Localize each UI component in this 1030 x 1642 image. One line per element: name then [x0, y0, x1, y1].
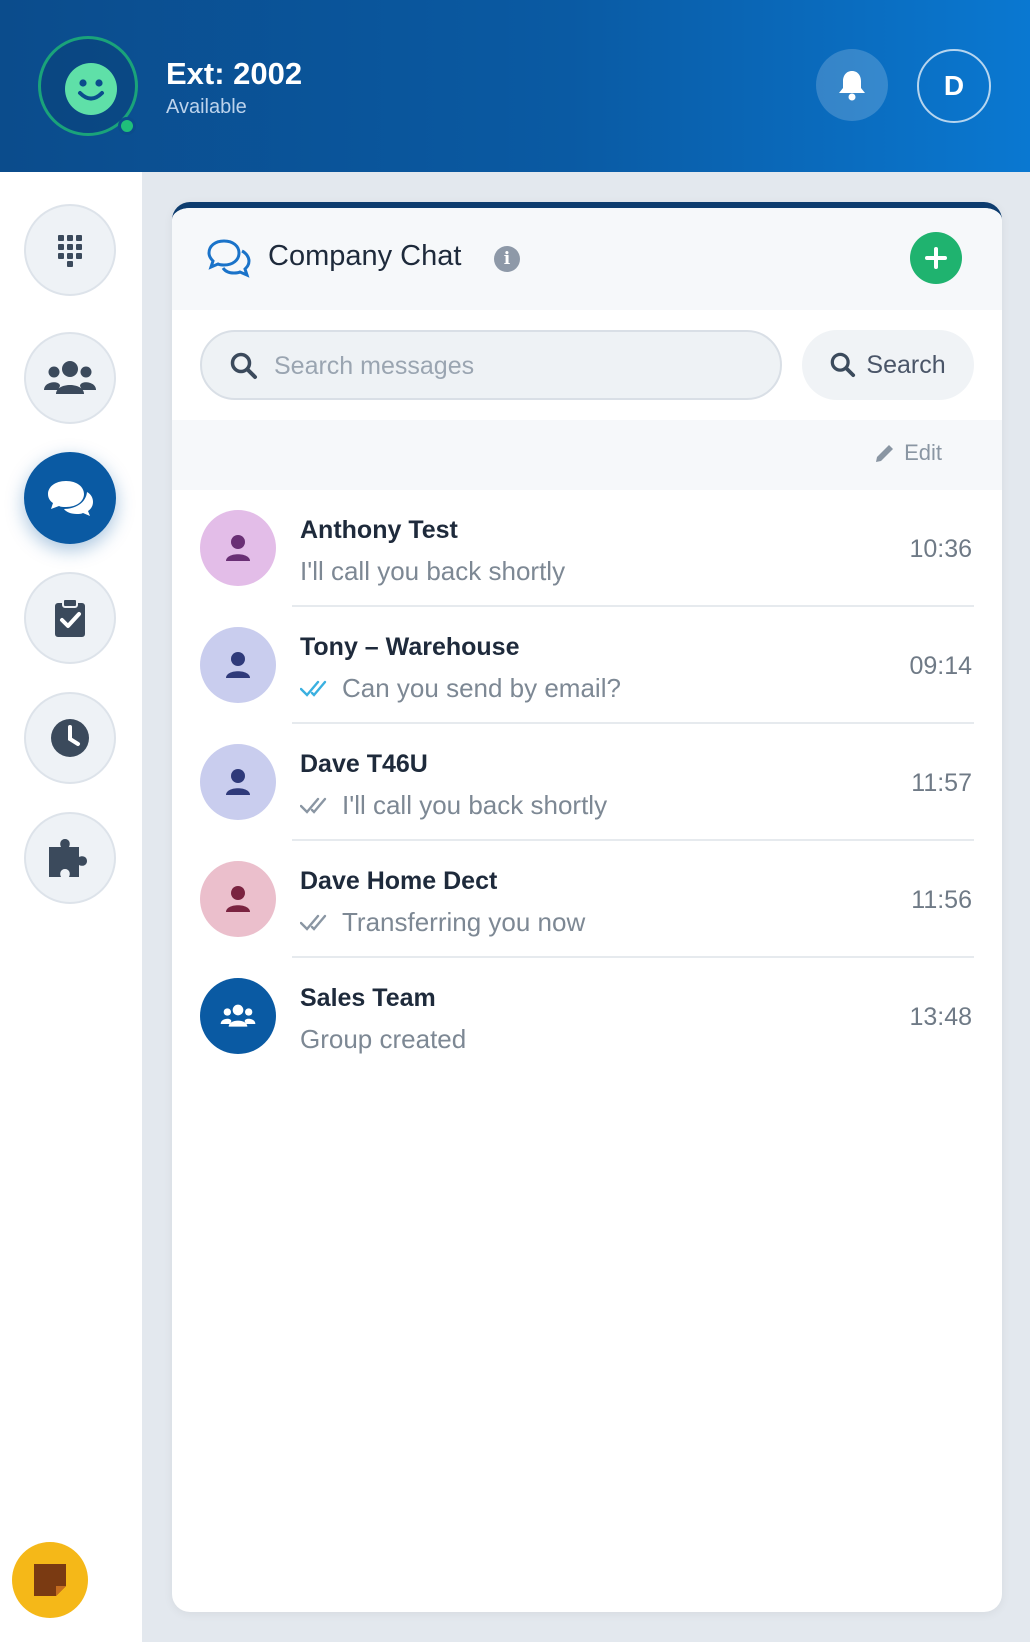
search-field[interactable] [200, 330, 782, 400]
search-bar: Search [172, 310, 1002, 420]
search-icon [831, 352, 856, 378]
list-toolbar: Edit [172, 420, 1002, 490]
preview-text: Transferring you now [342, 907, 586, 937]
sidebar-item-history[interactable] [24, 692, 116, 784]
search-button-label: Search [866, 350, 946, 379]
conversation-time: 09:14 [909, 652, 972, 680]
users-icon [220, 1004, 256, 1027]
chat-panel-header: Company Chat i [172, 208, 1002, 310]
extension-label: Ext: 2002 [166, 56, 303, 91]
search-button[interactable]: Search [802, 330, 974, 400]
conversation-preview: Transferring you now [300, 907, 585, 938]
conversation-name: Dave Home Dect [300, 867, 498, 895]
sidebar-item-tasks[interactable] [24, 572, 116, 664]
double-check-icon [300, 797, 327, 814]
conversation-row[interactable]: Dave T46U I'll call you back shortly 11:57 [172, 724, 1002, 841]
plus-icon [925, 247, 947, 269]
conversation-name: Tony – Warehouse [300, 633, 520, 661]
online-status-dot [118, 117, 136, 135]
search-input[interactable] [274, 346, 764, 386]
conversation-row[interactable]: Dave Home Dect Transferring you now 11:56 [172, 841, 1002, 958]
conversation-preview: I'll call you back shortly [300, 556, 565, 587]
conversation-name: Anthony Test [300, 516, 458, 544]
conversation-name: Sales Team [300, 984, 436, 1012]
contact-avatar [200, 627, 276, 703]
presence-status: Available [166, 96, 247, 118]
bell-icon [839, 71, 865, 101]
person-icon [226, 652, 250, 678]
double-check-icon [300, 914, 327, 931]
preview-text: I'll call you back shortly [300, 556, 566, 586]
dialpad-icon [58, 235, 82, 267]
sticky-notes-button[interactable] [12, 1542, 88, 1618]
panel-title: Company Chat [268, 240, 462, 272]
chat-bubbles-icon [48, 481, 93, 516]
profile-avatar-button[interactable]: D [917, 49, 991, 123]
sidebar-nav [0, 172, 142, 1642]
new-chat-button[interactable] [910, 232, 962, 284]
sidebar-item-contacts[interactable] [24, 332, 116, 424]
app-header: Ext: 2002 Available D [0, 0, 1030, 172]
conversation-preview: I'll call you back shortly [300, 790, 607, 821]
double-check-icon [300, 680, 327, 697]
company-chat-panel: Company Chat i Search messages Search Ed… [172, 202, 1002, 1612]
conversation-preview: Can you send by email? [300, 673, 621, 704]
conversation-time: 11:56 [911, 886, 972, 914]
conversation-preview: Group created [300, 1024, 466, 1055]
contact-avatar [200, 861, 276, 937]
conversation-time: 11:57 [911, 769, 972, 797]
sidebar-item-integrations[interactable] [24, 812, 116, 904]
preview-text: I'll call you back shortly [342, 790, 608, 820]
edit-label: Edit [904, 440, 942, 465]
edit-button[interactable]: Edit [874, 440, 942, 466]
clock-icon [51, 719, 89, 757]
contact-avatar [200, 744, 276, 820]
conversation-list: Anthony Test I'll call you back shortly 10… [172, 490, 1002, 1075]
group-avatar [200, 978, 276, 1054]
clipboard-check-icon [55, 598, 85, 637]
notifications-button[interactable] [816, 49, 888, 121]
conversation-name: Dave T46U [300, 750, 428, 778]
person-icon [226, 535, 250, 561]
person-icon [226, 769, 250, 795]
pencil-icon [876, 445, 894, 462]
puzzle-icon [49, 839, 87, 877]
smiley-icon [65, 63, 117, 115]
preview-text: Group created [300, 1024, 467, 1054]
conversation-time: 13:48 [909, 1003, 972, 1031]
sidebar-item-dialpad[interactable] [24, 204, 116, 296]
conversation-row[interactable]: Anthony Test I'll call you back shortly 10… [172, 490, 1002, 607]
chat-outline-icon [207, 239, 251, 278]
preview-text: Can you send by email? [342, 673, 621, 703]
conversation-row[interactable]: Tony – Warehouse Can you send by email? 09… [172, 607, 1002, 724]
conversation-row[interactable]: Sales Team Group created 13:48 [172, 958, 1002, 1075]
contact-avatar [200, 510, 276, 586]
info-icon[interactable]: i [494, 246, 520, 272]
search-icon [230, 352, 257, 379]
users-icon [44, 361, 96, 394]
sidebar-item-chat[interactable] [24, 452, 116, 544]
person-icon [226, 886, 250, 912]
conversation-time: 10:36 [909, 535, 972, 563]
sticky-note-icon [34, 1564, 66, 1596]
